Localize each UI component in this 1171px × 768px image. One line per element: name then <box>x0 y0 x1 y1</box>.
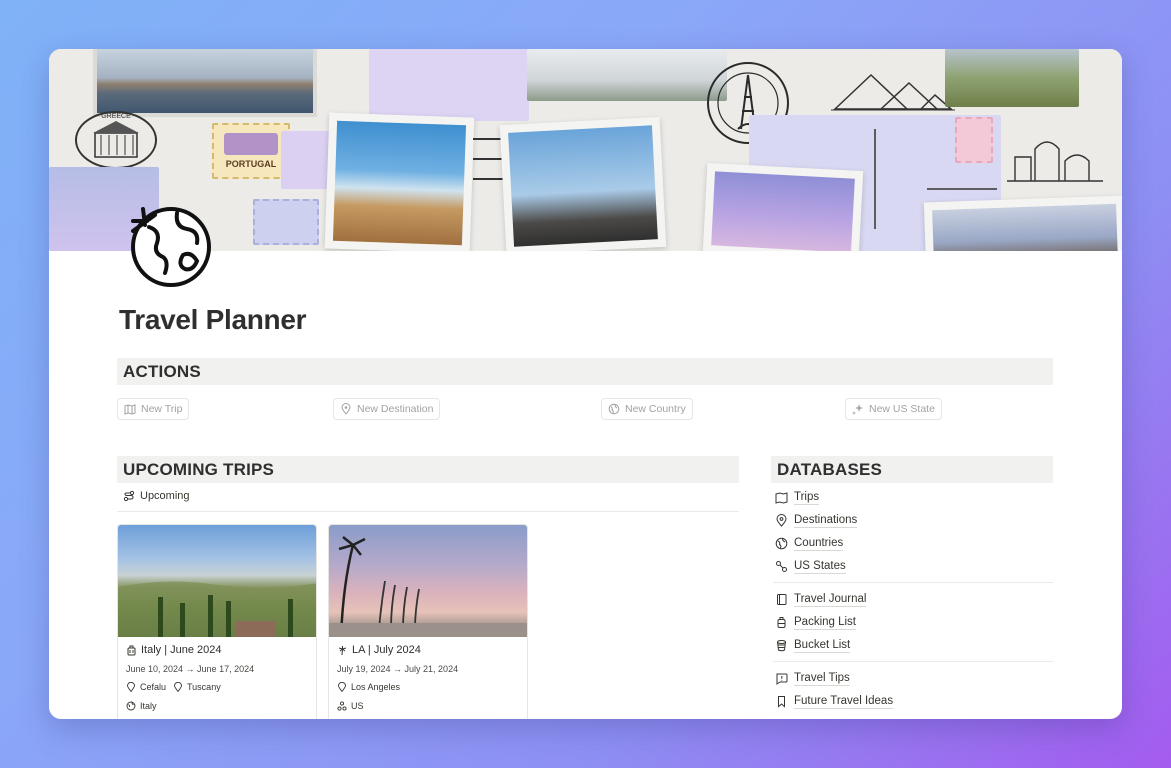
cover-pink-stamp <box>955 117 993 163</box>
actions-heading: ACTIONS <box>117 358 1053 385</box>
db-link-countries[interactable]: Countries <box>773 532 1053 555</box>
bucket-icon <box>777 640 786 652</box>
suitcase-icon <box>777 617 786 628</box>
trip-dates: June 10, 2024 → June 17, 2024 <box>126 664 255 674</box>
notion-page-window: GREECE PORTUGAL Travel Planner ACTIONS N… <box>49 49 1122 719</box>
pin-icon <box>341 403 351 415</box>
upcoming-trips-heading: UPCOMING TRIPS <box>117 456 739 483</box>
cover-photo-beach <box>324 112 475 251</box>
globe-plane-icon[interactable] <box>127 201 213 287</box>
portugal-stamp: PORTUGAL <box>212 123 290 179</box>
trip-country: US <box>337 701 364 711</box>
trip-cover-italy <box>118 525 316 637</box>
view-divider <box>117 511 739 512</box>
bookmark-icon <box>778 696 785 708</box>
cover-photo-hills <box>945 49 1079 107</box>
greece-stamp-icon: GREECE <box>75 111 157 169</box>
network-icon <box>337 701 347 711</box>
cover-photo-village <box>527 49 727 101</box>
globe-icon <box>126 701 136 711</box>
map-icon <box>124 404 136 415</box>
db-link-travel-tips[interactable]: Travel Tips <box>773 667 1053 690</box>
db-link-destinations[interactable]: Destinations <box>773 509 1053 532</box>
map-icon <box>775 492 788 504</box>
new-country-button[interactable]: New Country <box>601 398 693 420</box>
cover-photo-palms <box>702 162 864 251</box>
globe-icon <box>608 403 620 415</box>
globe-icon <box>775 537 788 550</box>
new-country-label: New Country <box>625 403 686 415</box>
db-link-travel-journal[interactable]: Travel Journal <box>773 588 1053 611</box>
databases-list: Trips Destinations Countries US States T… <box>773 486 1053 713</box>
trip-dates: July 19, 2024 → July 21, 2024 <box>337 664 459 674</box>
alert-bubble-icon <box>776 673 788 685</box>
databases-heading: DATABASES <box>771 456 1053 483</box>
svg-text:GREECE: GREECE <box>101 113 131 120</box>
new-trip-label: New Trip <box>141 403 183 415</box>
pin-icon <box>174 682 182 692</box>
pin-icon <box>338 682 346 692</box>
pin-icon <box>127 682 135 692</box>
trip-destinations: Los Angeles <box>337 682 400 692</box>
sydney-stamp <box>253 199 319 245</box>
db-link-trips[interactable]: Trips <box>773 486 1053 509</box>
palm-icon <box>338 645 347 655</box>
luggage-icon <box>127 645 136 655</box>
db-divider <box>773 661 1053 662</box>
tab-upcoming-label: Upcoming <box>140 490 190 502</box>
pin-icon <box>776 514 787 527</box>
new-us-state-button[interactable]: New US State <box>845 398 942 420</box>
db-link-future-travel-ideas[interactable]: Future Travel Ideas <box>773 690 1053 713</box>
new-trip-button[interactable]: New Trip <box>117 398 190 420</box>
sparkle-icon <box>852 404 863 415</box>
page-title: Travel Planner <box>119 304 307 335</box>
route-icon <box>123 490 135 502</box>
trip-card-la[interactable]: LA | July 2024 July 19, 2024 → July 21, … <box>328 524 528 719</box>
db-link-packing-list[interactable]: Packing List <box>773 611 1053 634</box>
trip-name: LA | July 2024 <box>337 644 421 656</box>
new-destination-label: New Destination <box>357 403 434 415</box>
trip-country: Italy <box>126 701 157 711</box>
connect-icon <box>776 561 787 572</box>
cover-photo-paris <box>499 116 667 251</box>
trip-name: Italy | June 2024 <box>126 644 222 656</box>
trip-destinations: Cefalu Tuscany <box>126 682 221 692</box>
new-destination-button[interactable]: New Destination <box>333 398 441 420</box>
trip-cover-la <box>329 525 527 637</box>
pyramids-icon <box>831 73 955 111</box>
tab-upcoming[interactable]: Upcoming <box>123 490 190 502</box>
new-us-state-label: New US State <box>869 403 935 415</box>
cover-postcard-purple <box>369 49 529 121</box>
db-link-us-states[interactable]: US States <box>773 555 1053 578</box>
trip-card-italy[interactable]: Italy | June 2024 June 10, 2024 → June 1… <box>117 524 317 719</box>
cover-photo-coast <box>923 195 1122 251</box>
cover-photo-city <box>93 49 317 117</box>
santorini-sketch-icon <box>1007 141 1103 182</box>
db-link-bucket-list[interactable]: Bucket List <box>773 634 1053 657</box>
db-divider <box>773 582 1053 583</box>
journal-icon <box>777 594 787 605</box>
